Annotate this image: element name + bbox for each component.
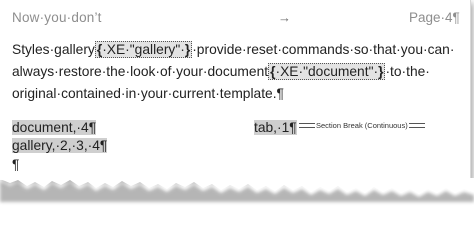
index-entry-text: tab,·1¶ (254, 120, 297, 135)
field-code: ·XE·"document"· (275, 64, 379, 79)
double-line-right (408, 123, 425, 128)
index-entry-document[interactable]: document,·4¶ (12, 119, 97, 137)
paragraph-text: ·provide·reset·commands·so·that·you·can· (192, 42, 455, 57)
xe-field-document[interactable]: {·XE·"document"·} (268, 63, 386, 80)
document-page: Now·you·don’t → Page·4¶ Styles·gallery {·… (0, 0, 471, 180)
index-entry-tab[interactable]: tab,·1¶ (254, 119, 297, 137)
index-entry-gallery[interactable]: gallery,·2,·3,·4¶ (12, 137, 108, 155)
index-entry-text: document,·4¶ (12, 120, 97, 135)
field-close-brace: } (378, 64, 384, 79)
double-line-left (299, 123, 315, 128)
field-close-brace: } (184, 42, 191, 57)
section-break-label: Section Break (Continuous) (316, 121, 408, 130)
paragraph-text: always·restore·the·look·of·your·document (12, 64, 269, 79)
torn-paper-edge (0, 178, 474, 202)
paragraph-text: ·to·the· (385, 64, 430, 79)
paragraph-line: always·restore·the·look·of·your·document… (12, 61, 464, 83)
body-paragraph[interactable]: Styles·gallery {·XE·"gallery"·} ·provide·r… (12, 39, 464, 105)
empty-paragraph-mark: ¶ (12, 157, 20, 172)
index-entry-text: gallery,·2,·3,·4¶ (12, 138, 108, 153)
paragraph-line: original·contained·in·your·current·templ… (12, 83, 464, 105)
header-page-number: Page·4¶ (409, 10, 460, 25)
section-break-marker: Section Break (Continuous) (298, 121, 426, 130)
field-code: ·XE·"gallery"· (102, 42, 185, 57)
paragraph-text: original·contained·in·your·current·templ… (12, 86, 284, 101)
header-title: Now·you·don’t (12, 10, 102, 25)
paragraph-line: Styles·gallery {·XE·"gallery"·} ·provide·r… (12, 39, 464, 61)
xe-field-gallery[interactable]: {·XE·"gallery"·} (94, 41, 193, 58)
tab-arrow-mark: → (278, 10, 291, 25)
paragraph-text: Styles·gallery (12, 42, 95, 57)
